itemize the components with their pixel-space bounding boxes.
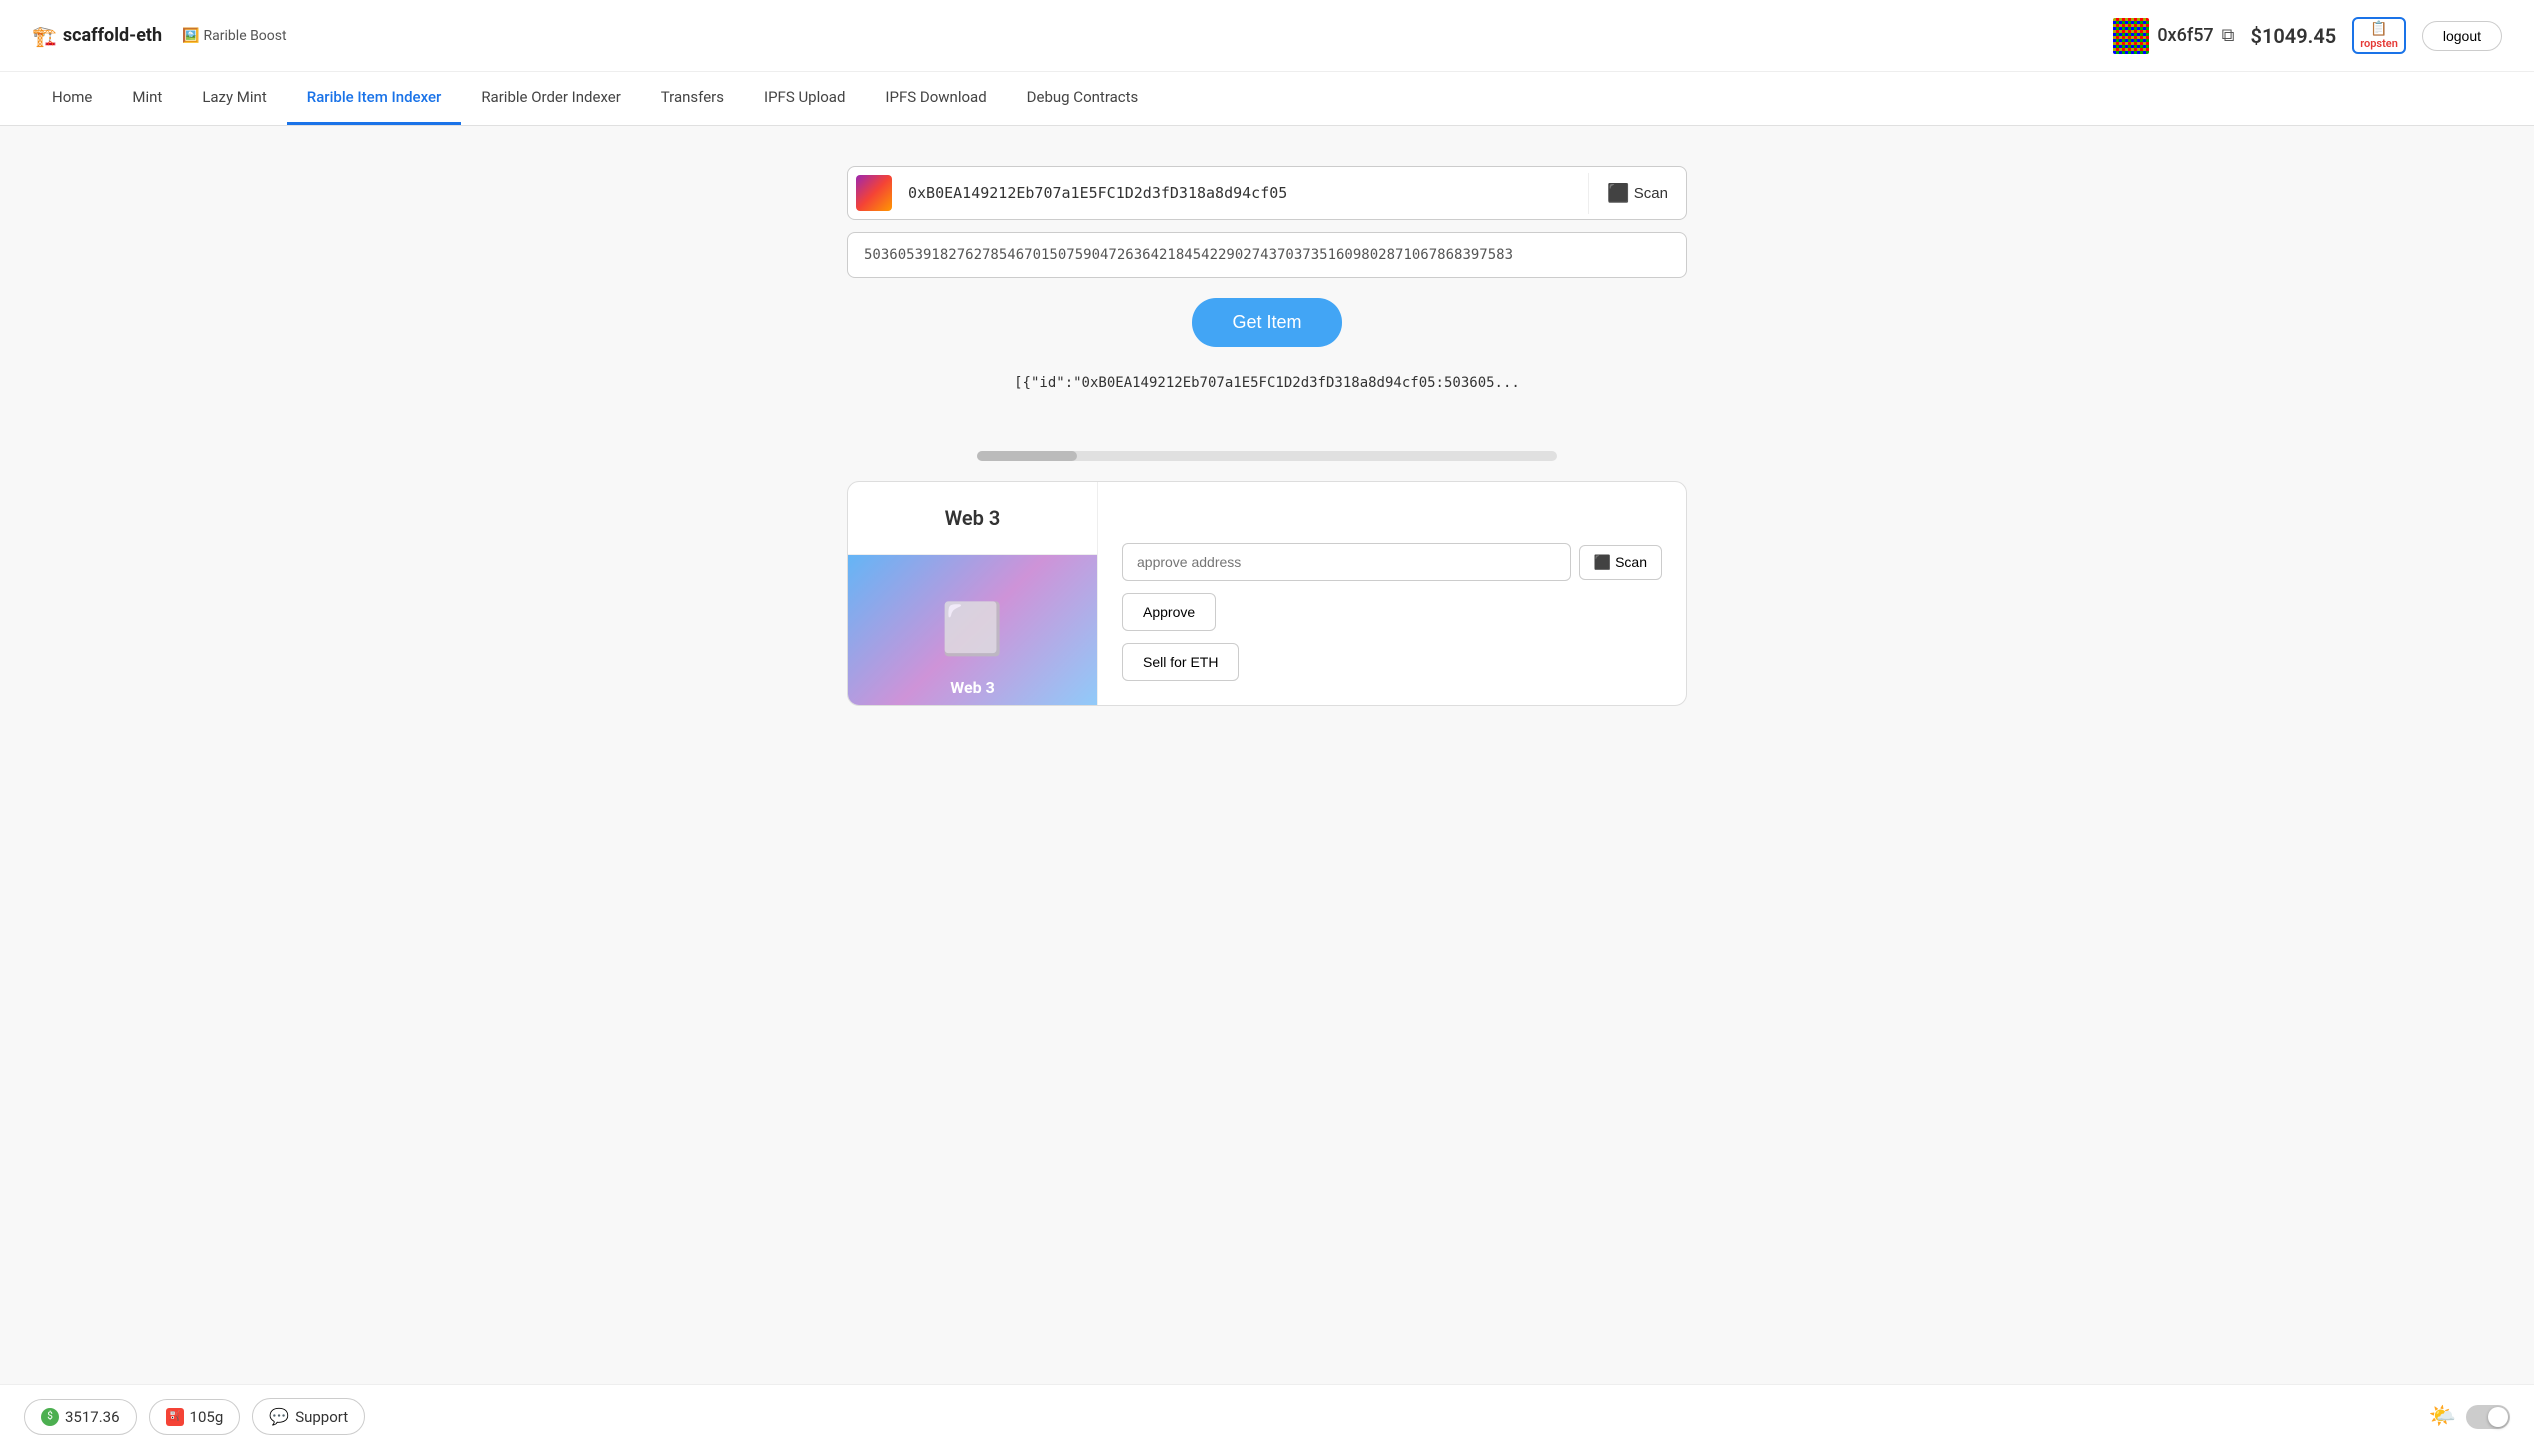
balance-amount: 3517.36 [65,1408,120,1426]
nav-item-lazy-mint[interactable]: Lazy Mint [182,72,286,125]
gas-amount: 105g [190,1408,224,1426]
logout-button[interactable]: logout [2422,21,2502,51]
header: 🏗️ scaffold-eth 🖼️ Rarible Boost 0x6f57 … [0,0,2534,72]
address-row: ⬛ Scan [847,166,1687,220]
nav-item-rarible-item-indexer[interactable]: Rarible Item Indexer [287,72,462,125]
approve-button[interactable]: Approve [1122,593,1216,631]
chat-icon: 💬 [269,1407,289,1426]
rarible-boost-label: Rarible Boost [204,28,287,44]
result-text: [{"id":"0xB0EA149212Eb707a1E5FC1D2d3fD31… [847,375,1687,391]
qr-icon-approve: ⬛ [1594,554,1611,571]
card-left: Web 3 ⬜ Web 3 [848,482,1098,705]
scan-button-approve[interactable]: ⬛ Scan [1579,545,1662,580]
network-icon: 📋 [2370,21,2387,37]
app-title: 🏗️ scaffold-eth [32,24,162,48]
network-label: ropsten [2360,37,2398,50]
card-title: Web 3 [848,482,1097,555]
main-nav: Home Mint Lazy Mint Rarible Item Indexer… [0,72,2534,126]
wallet-avatar [2113,18,2149,54]
address-input[interactable] [900,172,1588,214]
header-left: 🏗️ scaffold-eth 🖼️ Rarible Boost [32,24,287,48]
cube-icon: ⬜ [941,601,1003,659]
theme-toggle[interactable] [2466,1405,2510,1429]
balance-pill[interactable]: $ 3517.36 [24,1399,137,1435]
scan-label-main: Scan [1634,185,1668,202]
nav-item-ipfs-download[interactable]: IPFS Download [865,72,1006,125]
scroll-area[interactable] [977,451,1557,461]
gas-pill[interactable]: ⛽ 105g [149,1399,241,1435]
nav-item-home[interactable]: Home [32,72,112,125]
main-content: ⬛ Scan Get Item [{"id":"0xB0EA149212Eb70… [0,126,2534,746]
qr-icon-main: ⬛ [1607,183,1629,204]
wallet-info: 0x6f57 ⧉ [2113,18,2234,54]
copy-icon[interactable]: ⧉ [2222,25,2235,46]
sell-button[interactable]: Sell for ETH [1122,643,1239,681]
green-circle-icon: $ [41,1408,59,1426]
get-item-button[interactable]: Get Item [1192,298,1341,347]
wallet-address: 0x6f57 [2157,25,2213,46]
app-title-text: scaffold-eth [63,25,162,46]
sun-icon: 🌤️ [2429,1404,2456,1429]
nav-item-mint[interactable]: Mint [112,72,182,125]
nav-item-rarible-order-indexer[interactable]: Rarible Order Indexer [461,72,640,125]
nav-item-transfers[interactable]: Transfers [641,72,744,125]
approve-row: ⬛ Scan [1122,543,1662,581]
address-avatar [856,175,892,211]
bottom-bar: $ 3517.36 ⛽ 105g 💬 Support 🌤️ [0,1384,2534,1448]
gas-icon: ⛽ [166,1408,184,1426]
balance-display: $1049.45 [2251,24,2337,48]
scan-label-approve: Scan [1615,554,1647,570]
scroll-thumb [977,451,1077,461]
support-label: Support [295,1408,348,1426]
nav-item-ipfs-upload[interactable]: IPFS Upload [744,72,865,125]
nft-image: ⬜ Web 3 [848,555,1097,705]
scan-button-main[interactable]: ⬛ Scan [1588,173,1686,214]
header-right: 0x6f57 ⧉ $1049.45 📋 ropsten logout [2113,17,2502,54]
nav-item-debug-contracts[interactable]: Debug Contracts [1007,72,1159,125]
rarible-icon: 🖼️ [182,28,199,44]
bottom-left: $ 3517.36 ⛽ 105g 💬 Support [24,1398,365,1435]
rarible-boost: 🖼️ Rarible Boost [182,28,287,44]
support-pill[interactable]: 💬 Support [252,1398,365,1435]
network-badge: 📋 ropsten [2352,17,2406,54]
bottom-right: 🌤️ [2429,1404,2510,1429]
card-right: ⬛ Scan Approve Sell for ETH [1098,482,1686,705]
toggle-knob [2488,1407,2508,1427]
input-section: ⬛ Scan Get Item [{"id":"0xB0EA149212Eb70… [847,166,1687,391]
card-image-section: ⬜ Web 3 [848,555,1097,705]
scaffold-icon: 🏗️ [32,24,57,48]
token-id-input[interactable] [847,232,1687,278]
approve-address-input[interactable] [1122,543,1571,581]
card-section: Web 3 ⬜ Web 3 ⬛ Scan Approve Sell for ET… [847,481,1687,706]
nft-image-label: Web 3 [950,678,995,697]
